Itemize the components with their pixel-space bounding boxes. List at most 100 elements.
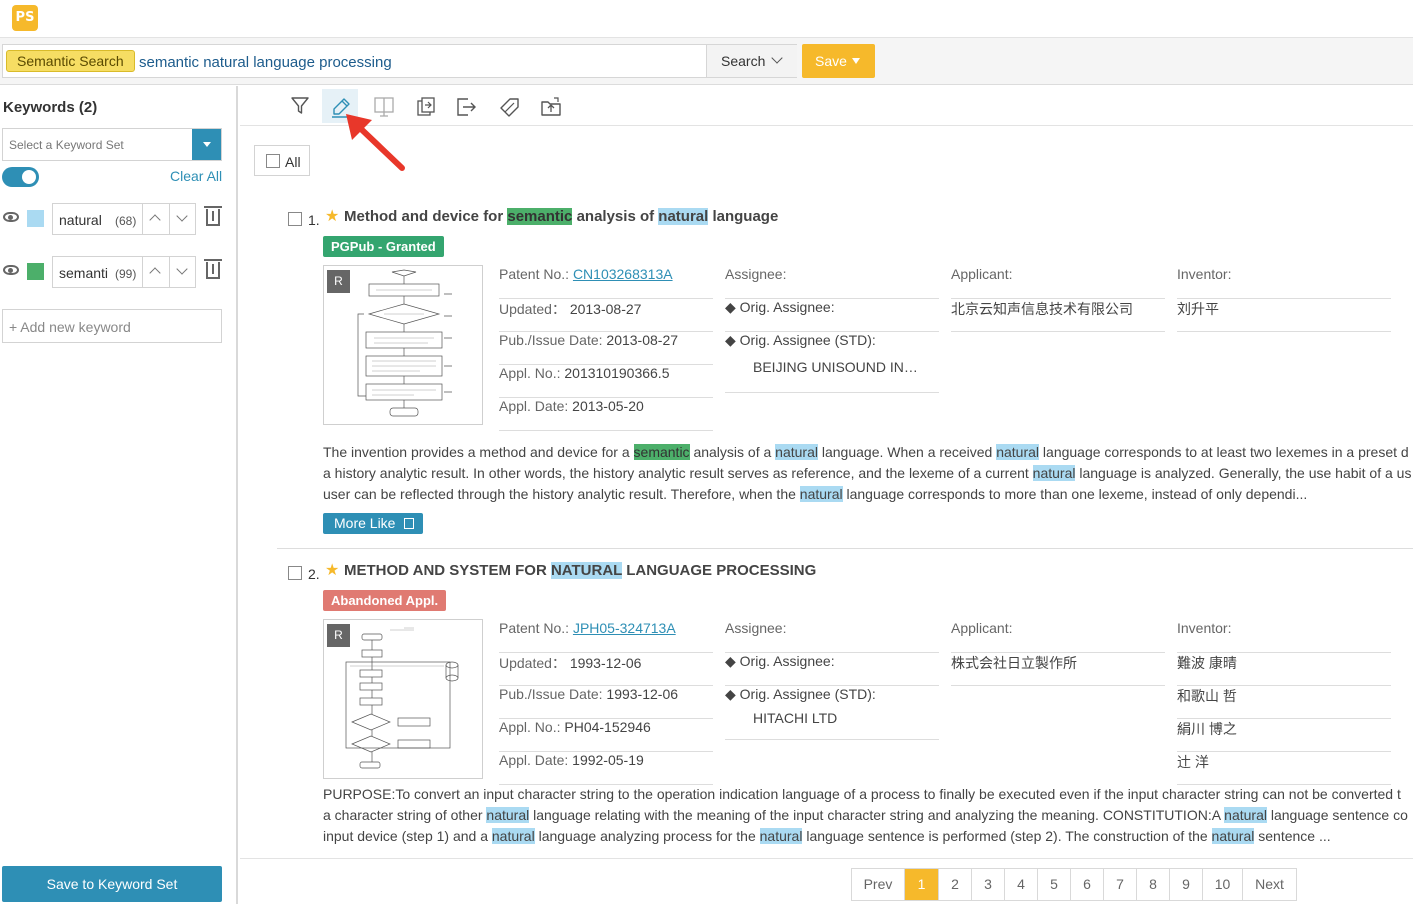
patent-no-field: Patent No.: JPH05-324713A	[499, 620, 713, 653]
keywords-title: Keywords (2)	[3, 99, 98, 116]
page-button-1[interactable]: 1	[905, 869, 939, 900]
move-down-button[interactable]	[169, 204, 195, 234]
applicant-value[interactable]: 北京云知声信息技术有限公司	[951, 299, 1165, 332]
patent-drawing-thumbnail[interactable]: R	[323, 619, 483, 779]
applicant-header: Applicant:	[951, 266, 1165, 299]
result-title[interactable]: Method and device for semantic analysis …	[344, 208, 778, 225]
caret-down-icon	[203, 142, 211, 147]
results-toolbar	[240, 86, 1413, 126]
save-to-folder-icon[interactable]	[532, 89, 568, 123]
highlight-toggle[interactable]	[2, 167, 39, 187]
page-button-2[interactable]: 2	[939, 869, 972, 900]
keyword-color-swatch[interactable]	[27, 210, 44, 227]
filter-icon[interactable]	[282, 89, 318, 123]
add-keyword-input[interactable]: + Add new keyword	[2, 309, 222, 343]
results-panel: All 1. ★ Method and device for semantic …	[240, 86, 1413, 904]
patent-number-link[interactable]: CN103268313A	[573, 266, 673, 282]
save-button[interactable]: Save	[802, 44, 875, 78]
pager-divider	[240, 858, 1413, 859]
keyword-field[interactable]: natural (68)	[52, 203, 196, 235]
inventor-value[interactable]: 刘升平	[1177, 299, 1391, 332]
search-button-label: Search	[721, 53, 766, 69]
updated-field: Updated： 1993-12-06	[499, 653, 713, 686]
result-item: 1. ★ Method and device for semantic anal…	[240, 205, 1413, 545]
app-logo[interactable]: PS	[12, 5, 38, 31]
inventor-value[interactable]: 難波 康晴	[1177, 653, 1391, 686]
result-checkbox[interactable]	[288, 212, 302, 226]
compare-icon[interactable]	[407, 89, 443, 123]
select-all-label: All	[285, 154, 301, 170]
keyword-text: semanti	[59, 265, 109, 281]
tag-icon[interactable]	[490, 89, 526, 123]
patent-drawing-thumbnail[interactable]: R	[323, 265, 483, 425]
keyword-count: (99)	[115, 267, 137, 281]
keyword-count: (68)	[115, 214, 137, 228]
page-button-6[interactable]: 6	[1071, 869, 1104, 900]
status-badge: PGPub - Granted	[323, 236, 444, 257]
search-row: Semantic Search semantic natural languag…	[0, 38, 1413, 85]
result-index: 2.	[308, 566, 320, 582]
page-button-7[interactable]: 7	[1104, 869, 1137, 900]
page-button-3[interactable]: 3	[972, 869, 1005, 900]
result-divider	[277, 548, 1413, 549]
keyword-row: natural (68)	[0, 203, 238, 235]
add-keyword-placeholder: + Add new keyword	[9, 319, 131, 335]
pagination: Prev 1 2 3 4 5 6 7 8 9 10 Next	[851, 868, 1297, 901]
search-input[interactable]: semantic natural language processing	[139, 54, 392, 71]
assignee-std-value[interactable]: HITACHI LTD	[753, 710, 837, 726]
applicant-header: Applicant:	[951, 620, 1165, 653]
star-icon[interactable]: ★	[325, 206, 339, 226]
orig-assignee-std-field: ◆ Orig. Assignee (STD): HITACHI LTD	[725, 686, 939, 740]
result-item: 2. ★ METHOD AND SYSTEM FOR NATURAL LANGU…	[240, 559, 1413, 859]
star-icon[interactable]: ★	[325, 560, 339, 580]
page-button-8[interactable]: 8	[1137, 869, 1170, 900]
move-up-button[interactable]	[142, 257, 168, 287]
clear-all-link[interactable]: Clear All	[170, 168, 222, 184]
eye-icon[interactable]	[3, 212, 19, 222]
page-button-10[interactable]: 10	[1203, 869, 1243, 900]
result-index: 1.	[308, 212, 320, 228]
save-to-keyword-set-button[interactable]: Save to Keyword Set	[2, 866, 222, 902]
keyword-set-select[interactable]: Select a Keyword Set	[2, 128, 222, 161]
move-up-button[interactable]	[142, 204, 168, 234]
appl-no-field: Appl. No.: PH04-152946	[499, 719, 713, 752]
thumbnail-badge: R	[327, 270, 350, 293]
patent-no-field: Patent No.: CN103268313A	[499, 266, 713, 299]
next-page-button[interactable]: Next	[1243, 869, 1296, 900]
save-button-label: Save	[815, 53, 847, 69]
eye-icon[interactable]	[3, 265, 19, 275]
keyword-field[interactable]: semanti (99)	[52, 256, 196, 288]
search-mode-tag[interactable]: Semantic Search	[6, 50, 135, 72]
keyword-color-swatch[interactable]	[27, 263, 44, 280]
page-button-5[interactable]: 5	[1038, 869, 1071, 900]
search-button[interactable]: Search	[706, 45, 797, 77]
prev-page-button[interactable]: Prev	[852, 869, 905, 900]
result-title[interactable]: METHOD AND SYSTEM FOR NATURAL LANGUAGE P…	[344, 562, 816, 579]
inventor-value[interactable]: 辻 洋	[1177, 752, 1391, 785]
search-box[interactable]: Semantic Search semantic natural languag…	[2, 44, 797, 78]
inventor-value[interactable]: 和歌山 哲	[1177, 686, 1391, 719]
dropdown-toggle[interactable]	[192, 129, 221, 160]
trash-icon[interactable]	[204, 259, 222, 279]
applicant-value[interactable]: 株式会社日立製作所	[951, 653, 1165, 686]
patent-number-link[interactable]: JPH05-324713A	[573, 620, 676, 636]
keyword-text: natural	[59, 212, 102, 228]
red-arrow-annotation	[346, 114, 405, 171]
page-button-4[interactable]: 4	[1005, 869, 1038, 900]
export-icon[interactable]	[447, 89, 483, 123]
orig-assignee-field: ◆ Orig. Assignee:	[725, 299, 939, 332]
move-down-button[interactable]	[169, 257, 195, 287]
result-checkbox[interactable]	[288, 566, 302, 580]
orig-assignee-field: ◆ Orig. Assignee:	[725, 653, 939, 686]
appl-no-field: Appl. No.: 201310190366.5	[499, 365, 713, 398]
more-like-button[interactable]: More Like	[323, 513, 424, 534]
thumbnail-badge: R	[327, 624, 350, 647]
select-all-checkbox[interactable]: All	[254, 145, 310, 176]
result-abstract: PURPOSE:To convert an input character st…	[323, 786, 1408, 844]
inventor-value[interactable]: 絹川 博之	[1177, 719, 1391, 752]
trash-icon[interactable]	[204, 206, 222, 226]
assignee-std-value[interactable]: BEIJING UNISOUND IN…	[753, 359, 918, 375]
page-button-9[interactable]: 9	[1170, 869, 1203, 900]
chevron-up-icon	[149, 214, 161, 226]
result-abstract: The invention provides a method and devi…	[323, 444, 1412, 502]
